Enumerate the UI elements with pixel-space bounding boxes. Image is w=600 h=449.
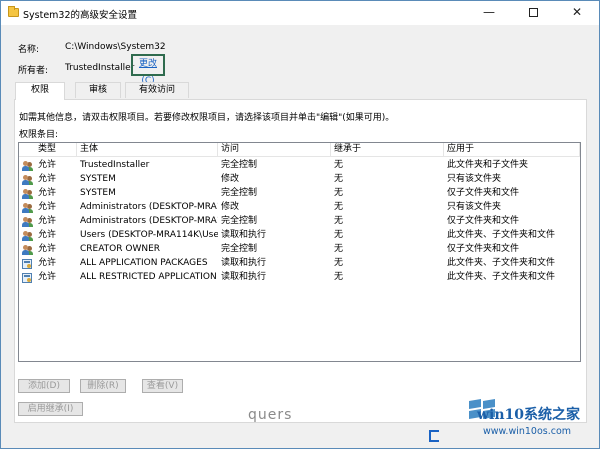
info-text: 如需其他信息，请双击权限项目。若要修改权限项目，请选择该项目并单击"编辑"(如果…: [19, 113, 395, 123]
cell-inherited-from: 无: [334, 188, 344, 198]
tab-effective-access[interactable]: 有效访问: [125, 82, 189, 98]
view-button[interactable]: 查看(V): [142, 379, 183, 393]
cell-type: 允许: [38, 272, 57, 282]
cell-inherited-from: 无: [334, 216, 344, 226]
cell-inherited-from: 无: [334, 174, 344, 184]
cell-access: 完全控制: [221, 188, 258, 198]
cell-applies-to: 此文件夹、子文件夹和文件: [447, 258, 556, 268]
column-header-principal[interactable]: 主体: [77, 143, 218, 157]
watermark-title: win10系统之家: [477, 407, 581, 423]
cell-applies-to: 仅子文件夹和文件: [447, 188, 520, 198]
cell-principal: SYSTEM: [80, 174, 116, 184]
cell-principal: TrustedInstaller: [80, 160, 150, 170]
cell-inherited-from: 无: [334, 272, 344, 282]
folder-icon: [8, 6, 19, 17]
permissions-panel: 如需其他信息，请双击权限项目。若要修改权限项目，请选择该项目并单击"编辑"(如果…: [14, 99, 587, 423]
cell-principal: ALL RESTRICTED APPLICATION P...: [80, 272, 218, 282]
package-icon: [22, 259, 32, 269]
close-button[interactable]: ✕: [555, 1, 599, 25]
table-row[interactable]: 允许 SYSTEM 修改 无 只有该文件夹: [19, 173, 580, 187]
add-button[interactable]: 添加(D): [18, 379, 70, 393]
package-icon: [22, 273, 32, 283]
table-row[interactable]: 允许 Users (DESKTOP-MRA114K\User... 读取和执行 无 此文…: [19, 229, 580, 243]
table-row[interactable]: 允许 ALL APPLICATION PACKAGES 读取和执行 无 此文件夹、子文件…: [19, 257, 580, 271]
list-header: 类型 主体 访问 继承于 应用于: [19, 143, 580, 157]
enable-inheritance-button[interactable]: 启用继承(I): [18, 402, 83, 416]
cell-applies-to: 只有该文件夹: [447, 174, 502, 184]
cell-access: 读取和执行: [221, 230, 267, 240]
cell-type: 允许: [38, 244, 57, 254]
cell-principal: Administrators (DESKTOP-MRA1...: [80, 202, 218, 212]
maximize-icon: [528, 8, 538, 17]
users-icon: [22, 189, 33, 199]
maximize-button[interactable]: [511, 1, 555, 25]
cell-applies-to: 此文件夹和子文件夹: [447, 160, 529, 170]
cell-type: 允许: [38, 216, 57, 226]
cell-inherited-from: 无: [334, 230, 344, 240]
cell-inherited-from: 无: [334, 160, 344, 170]
cell-access: 完全控制: [221, 160, 258, 170]
cell-inherited-from: 无: [334, 258, 344, 268]
column-header-inherited-from[interactable]: 继承于: [331, 143, 444, 157]
column-header-applies-to[interactable]: 应用于: [444, 143, 580, 157]
cropped-button-edge: [429, 430, 439, 442]
cell-principal: ALL APPLICATION PACKAGES: [80, 258, 208, 268]
cell-access: 完全控制: [221, 244, 258, 254]
watermark-url: www.win10os.com: [483, 426, 572, 437]
minimize-button[interactable]: —: [467, 1, 511, 25]
cell-applies-to: 仅子文件夹和文件: [447, 244, 520, 254]
cell-access: 修改: [221, 202, 240, 212]
cell-type: 允许: [38, 160, 57, 170]
owner-value: TrustedInstaller: [65, 63, 135, 73]
cell-type: 允许: [38, 174, 57, 184]
table-row[interactable]: 允许 Administrators (DESKTOP-MRA1... 完全控制 无 仅子…: [19, 215, 580, 229]
cell-applies-to: 此文件夹、子文件夹和文件: [447, 230, 556, 240]
cell-inherited-from: 无: [334, 244, 344, 254]
owner-label: 所有者:: [18, 66, 49, 76]
column-header-type[interactable]: 类型: [35, 143, 77, 157]
name-label: 名称:: [18, 45, 40, 55]
change-owner-link[interactable]: 更改(C): [131, 54, 165, 86]
cell-applies-to: 只有该文件夹: [447, 202, 502, 212]
cell-type: 允许: [38, 258, 57, 268]
cell-type: 允许: [38, 188, 57, 198]
table-row[interactable]: 允许 TrustedInstaller 完全控制 无 此文件夹和子文件夹: [19, 159, 580, 173]
advanced-security-settings-window: System32的高级安全设置 — ✕ 名称: C:\Windows\Syste…: [0, 0, 600, 449]
cell-principal: SYSTEM: [80, 188, 116, 198]
window-title: System32的高级安全设置: [23, 10, 138, 21]
cell-type: 允许: [38, 230, 57, 240]
permission-entries-label: 权限条目:: [19, 130, 59, 140]
table-row[interactable]: 允许 Administrators (DESKTOP-MRA1... 修改 无 只有该文…: [19, 201, 580, 215]
cell-principal: Users (DESKTOP-MRA114K\User...: [80, 230, 218, 240]
users-icon: [22, 231, 33, 241]
column-header-access[interactable]: 访问: [218, 143, 331, 157]
name-value: C:\Windows\System32: [65, 42, 166, 52]
users-icon: [22, 203, 33, 213]
cell-access: 读取和执行: [221, 272, 267, 282]
users-icon: [22, 217, 33, 227]
cell-access: 修改: [221, 174, 240, 184]
cell-principal: CREATOR OWNER: [80, 244, 161, 254]
cell-access: 完全控制: [221, 216, 258, 226]
permission-entries-list[interactable]: 类型 主体 访问 继承于 应用于 允许 TrustedInstaller 完全控制无…: [18, 142, 581, 362]
table-row[interactable]: 允许 CREATOR OWNER 完全控制 无 仅子文件夹和文件: [19, 243, 580, 257]
table-row[interactable]: 允许 ALL RESTRICTED APPLICATION P... 读取和执行 无 此…: [19, 271, 580, 285]
table-row[interactable]: 允许 SYSTEM 完全控制 无 仅子文件夹和文件: [19, 187, 580, 201]
users-icon: [22, 161, 33, 171]
cell-access: 读取和执行: [221, 258, 267, 268]
site-watermark: win10系统之家 www.win10os.com: [469, 398, 599, 448]
remove-button[interactable]: 删除(R): [80, 379, 126, 393]
users-icon: [22, 245, 33, 255]
cell-principal: Administrators (DESKTOP-MRA1...: [80, 216, 218, 226]
cell-inherited-from: 无: [334, 202, 344, 212]
cell-applies-to: 仅子文件夹和文件: [447, 216, 520, 226]
cell-type: 允许: [38, 202, 57, 212]
title-bar[interactable]: System32的高级安全设置 — ✕: [1, 1, 599, 25]
cell-applies-to: 此文件夹、子文件夹和文件: [447, 272, 556, 282]
users-icon: [22, 175, 33, 185]
watermark-text: quers: [248, 407, 293, 423]
tab-permissions[interactable]: 权限: [15, 82, 65, 100]
tab-auditing[interactable]: 审核: [75, 82, 121, 98]
